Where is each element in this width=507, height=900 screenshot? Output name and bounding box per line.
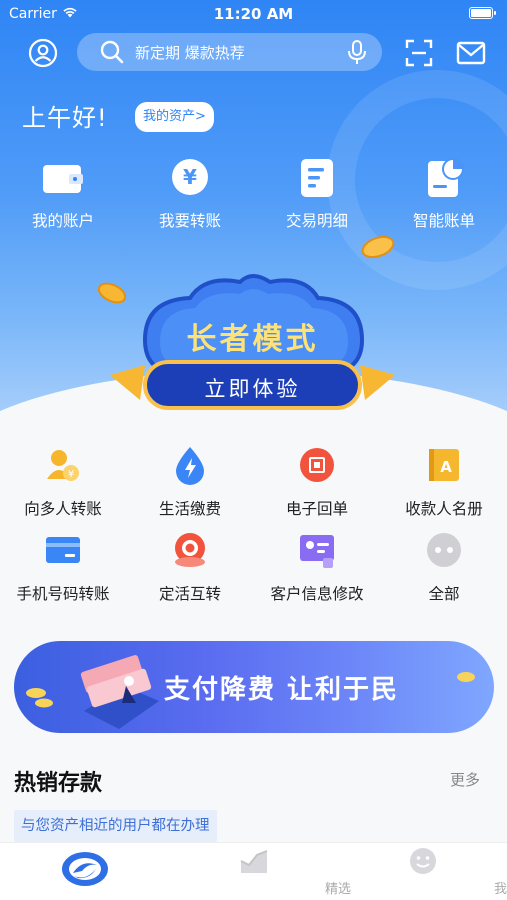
- user-circle-icon: [28, 38, 58, 68]
- search-placeholder: 新定期 爆款热荐: [135, 43, 245, 62]
- microphone-icon[interactable]: [346, 39, 368, 65]
- tab-featured[interactable]: 精选: [169, 843, 351, 900]
- wallet-icon: [43, 165, 83, 193]
- my-assets-link[interactable]: 我的资产>: [135, 102, 214, 132]
- money-stack-illustration: [26, 655, 159, 729]
- exchange-icon: [175, 533, 205, 567]
- profile-button[interactable]: [27, 37, 59, 69]
- service-label: 定活互转: [158, 585, 221, 603]
- yuan-transfer-icon: ¥: [172, 159, 208, 195]
- tab-mine[interactable]: 我的: [338, 843, 507, 900]
- service-label: 向多人转账: [24, 500, 102, 518]
- service-utility-payment[interactable]: 生活缴费: [127, 445, 253, 519]
- service-label: 客户信息修改: [270, 585, 364, 603]
- service-label: 全部: [428, 585, 460, 603]
- quick-action-transactions[interactable]: 交易明细: [254, 155, 380, 231]
- greeting-text: 上午好!: [22, 104, 108, 132]
- service-multi-transfer[interactable]: ¥ 向多人转账: [0, 445, 126, 519]
- service-label: 电子回单: [285, 500, 348, 518]
- coin-icon: [457, 672, 475, 682]
- more-dots-icon: [427, 533, 461, 567]
- elderly-mode-banner[interactable]: 长者模式 立即体验: [100, 270, 405, 420]
- svg-text:¥: ¥: [183, 165, 197, 189]
- hot-deposits-title: 热销存款: [14, 771, 103, 796]
- fee-reduction-banner[interactable]: 支付降费 让利于民: [14, 641, 494, 733]
- try-now-button[interactable]: 立即体验: [100, 373, 405, 403]
- service-all[interactable]: 全部: [381, 530, 507, 604]
- svg-text:¥: ¥: [68, 469, 74, 480]
- service-label: 生活缴费: [158, 500, 221, 518]
- payee-book-icon: A: [429, 449, 459, 481]
- document-list-icon: [301, 159, 333, 197]
- service-fixed-current-transfer[interactable]: 定活互转: [127, 530, 253, 604]
- search-bar[interactable]: 新定期 爆款热荐: [77, 33, 382, 71]
- service-e-receipt[interactable]: 电子回单: [254, 445, 380, 519]
- smiley-icon: [410, 848, 436, 874]
- chart-trend-icon: [240, 850, 268, 873]
- quick-action-transfer[interactable]: ¥ 我要转账: [127, 155, 253, 231]
- clock: 11:20 AM: [213, 5, 294, 23]
- status-bar: Carrier 11:20 AM: [0, 0, 507, 28]
- receipt-icon: [300, 448, 334, 482]
- card-icon: [46, 537, 80, 563]
- message-button[interactable]: [455, 38, 487, 68]
- quick-action-my-account[interactable]: 我的账户: [0, 155, 126, 231]
- tab-bar: 精选 我的: [0, 842, 507, 900]
- mail-icon: [456, 41, 486, 65]
- service-profile-edit[interactable]: 客户信息修改: [254, 530, 380, 604]
- app-screen: Carrier 11:20 AM 新定期 爆款热荐 上午好! 我的资产> 我的账…: [0, 0, 507, 900]
- quick-action-label: 智能账单: [412, 212, 475, 230]
- lightning-drop-icon: [176, 447, 204, 485]
- profile-edit-icon: [300, 535, 334, 568]
- quick-action-label: 我的账户: [31, 212, 94, 230]
- multi-user-transfer-icon: ¥: [47, 450, 79, 481]
- more-link[interactable]: 更多: [450, 769, 480, 790]
- pie-bill-icon: [428, 158, 464, 197]
- service-payee-book[interactable]: A 收款人名册: [381, 445, 507, 519]
- scan-icon: [405, 39, 433, 67]
- elderly-mode-title: 长者模式: [186, 322, 319, 357]
- battery-icon: [469, 7, 496, 19]
- coin-icon: [361, 235, 395, 259]
- service-label: 收款人名册: [405, 500, 483, 518]
- quick-action-label: 我要转账: [158, 212, 221, 230]
- search-icon: [100, 40, 124, 64]
- home-logo-icon: [62, 852, 108, 886]
- svg-text:A: A: [440, 458, 452, 476]
- tab-home[interactable]: [0, 843, 169, 900]
- recommendation-tag: 与您资产相近的用户都在办理: [14, 810, 217, 842]
- service-phone-transfer[interactable]: 手机号码转账: [0, 530, 126, 604]
- tab-label: 我的: [493, 882, 507, 897]
- quick-action-label: 交易明细: [285, 212, 348, 230]
- service-label: 手机号码转账: [16, 585, 110, 603]
- scan-button[interactable]: [403, 38, 435, 68]
- fee-reduction-title: 支付降费 让利于民: [164, 675, 400, 705]
- quick-action-smart-bill[interactable]: 智能账单: [381, 155, 507, 231]
